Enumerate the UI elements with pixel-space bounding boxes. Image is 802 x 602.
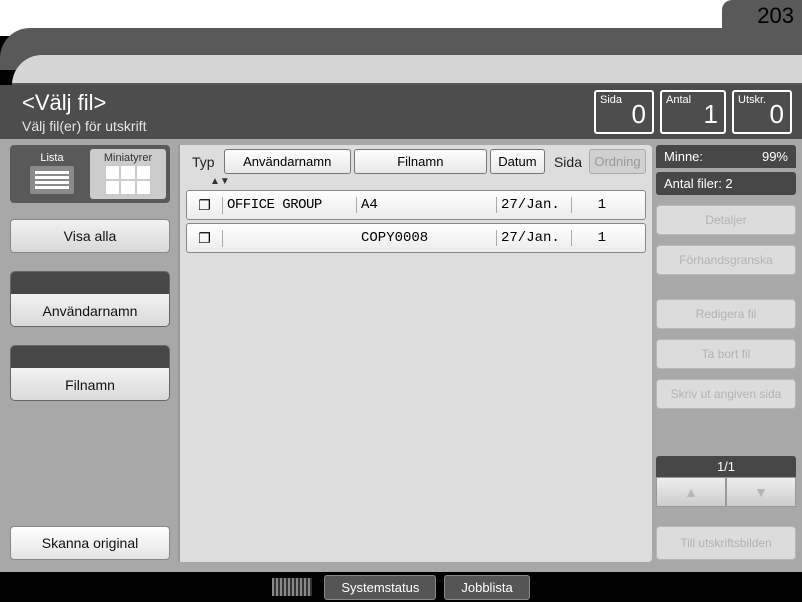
file-list-area: Typ Användarnamn Filnamn Datum Sida Ordn…: [178, 145, 652, 562]
system-status-button[interactable]: Systemstatus: [324, 575, 436, 600]
grid-icon: [106, 166, 150, 194]
username-section: Användarnamn: [10, 271, 170, 327]
footer-bar: Systemstatus Jobblista: [0, 572, 802, 602]
print-page-button[interactable]: Skriv ut angiven sida: [656, 379, 796, 409]
show-all-button[interactable]: Visa alla: [10, 219, 170, 253]
col-username-button[interactable]: Användarnamn: [224, 149, 351, 174]
filename-button[interactable]: Filnamn: [11, 368, 169, 401]
preview-button[interactable]: Förhandsgranska: [656, 245, 796, 275]
col-date-button[interactable]: Datum: [490, 149, 545, 174]
edit-file-button[interactable]: Redigera fil: [656, 299, 796, 329]
column-headers: Typ Användarnamn Filnamn Datum Sida Ordn…: [180, 145, 652, 180]
col-filename-button[interactable]: Filnamn: [354, 149, 487, 174]
filename-section: Filnamn: [10, 345, 170, 401]
triangle-up-icon: ▲: [684, 484, 698, 500]
page-title: <Välj fil>: [22, 90, 588, 116]
page-subtitle: Välj fil(er) för utskrift: [22, 118, 588, 134]
counter-utskr: Utskr. 0: [732, 90, 792, 134]
counter-sida: Sida 0: [594, 90, 654, 134]
file-row[interactable]: ❐ OFFICE GROUP A4 27/Jan. 1: [186, 190, 646, 220]
tab-number: 203: [757, 3, 794, 29]
job-list-button[interactable]: Jobblista: [444, 575, 529, 600]
view-list-button[interactable]: Lista: [14, 149, 90, 199]
pager-label: 1/1: [656, 456, 796, 477]
file-count: Antal filer: 2: [656, 172, 796, 195]
footer-decoration: [272, 578, 312, 596]
username-button[interactable]: Användarnamn: [11, 294, 169, 327]
list-icon: [30, 166, 74, 194]
page-up-button[interactable]: ▲: [656, 477, 726, 507]
details-button[interactable]: Detaljer: [656, 205, 796, 235]
page-down-button[interactable]: ▼: [726, 477, 796, 507]
view-thumb-button[interactable]: Miniatyrer: [90, 149, 166, 199]
document-icon: ❐: [187, 197, 223, 214]
workspace: Lista Miniatyrer Visa alla Användarnamn …: [0, 139, 802, 572]
memory-status: Minne: 99%: [656, 145, 796, 168]
sort-indicator-icon: ▲▼: [210, 176, 652, 187]
to-print-button[interactable]: Till utskriftsbilden: [656, 526, 796, 560]
col-type: Typ: [186, 154, 221, 170]
pager: 1/1 ▲ ▼: [656, 456, 796, 507]
scan-original-button[interactable]: Skanna original: [10, 526, 170, 560]
header-bar: <Välj fil> Välj fil(er) för utskrift Sid…: [0, 85, 802, 139]
triangle-down-icon: ▼: [754, 484, 768, 500]
col-order-button: Ordning: [589, 149, 646, 174]
tab-curve-light: [12, 55, 802, 85]
counter-antal: Antal 1: [660, 90, 726, 134]
document-icon: ❐: [187, 230, 223, 247]
view-toggle: Lista Miniatyrer: [10, 145, 170, 203]
file-row[interactable]: ❐ COPY0008 27/Jan. 1: [186, 223, 646, 253]
sidebar-right: Minne: 99% Antal filer: 2 Detaljer Förha…: [656, 145, 796, 409]
col-page: Sida: [548, 154, 586, 170]
sidebar-left: Lista Miniatyrer Visa alla Användarnamn …: [10, 145, 170, 401]
delete-file-button[interactable]: Ta bort fil: [656, 339, 796, 369]
